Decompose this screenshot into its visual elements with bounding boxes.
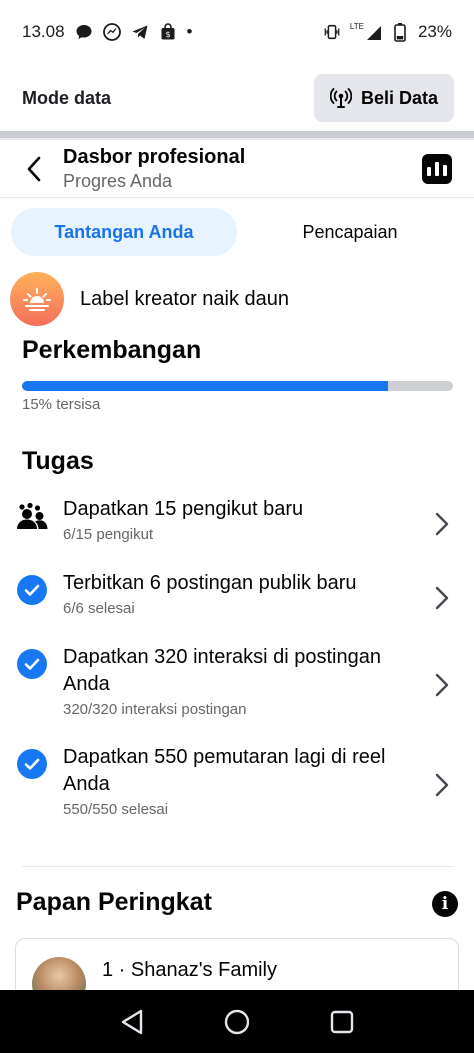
task-title: Dapatkan 15 pengikut baru: [63, 498, 304, 520]
status-bar: 13.08 $ • LTE 23%: [0, 0, 474, 64]
nav-recents-button[interactable]: [322, 1002, 362, 1042]
telegram-icon: [131, 23, 149, 41]
task-body: Terbitkan 6 postingan publik baru 6/6 se…: [63, 570, 408, 619]
page-title: Dasbor profesional: [63, 145, 246, 168]
chat-bubble-icon: [75, 23, 93, 41]
bar-chart-icon-bar: [435, 161, 439, 176]
progress-bar: [22, 381, 453, 391]
tab-tantangan-anda[interactable]: Tantangan Anda: [11, 208, 237, 256]
chevron-right-icon: [432, 771, 452, 799]
status-right: LTE 23%: [323, 22, 452, 42]
task-body: Dapatkan 320 interaksi di postingan Anda…: [63, 644, 408, 720]
battery-icon: [391, 23, 409, 42]
tab-bar: Tantangan Anda Pencapaian: [11, 208, 463, 256]
progress-remaining: 15% tersisa: [22, 396, 101, 413]
buy-data-button[interactable]: Beli Data: [314, 74, 454, 122]
system-navigation-bar: [0, 990, 474, 1053]
tab-pencapaian[interactable]: Pencapaian: [237, 208, 463, 256]
shopping-bag-icon: $: [159, 23, 177, 41]
task-progress: 6/15 pengikut: [63, 526, 154, 543]
chevron-right-icon: [432, 584, 452, 612]
task-title: Dapatkan 320 interaksi di postingan Anda: [63, 646, 381, 695]
check-circle-icon: [16, 748, 48, 780]
triangle-back-icon: [122, 1009, 143, 1034]
task-title: Terbitkan 6 postingan publik baru: [63, 572, 357, 594]
square-recents-icon: [330, 1010, 353, 1033]
header-text: Dasbor profesional Progres Anda: [63, 146, 245, 192]
info-icon[interactable]: i: [432, 891, 458, 917]
creator-label-row: Label kreator naik daun: [10, 272, 289, 326]
back-button[interactable]: [8, 140, 60, 198]
task-item[interactable]: Dapatkan 550 pemutaran lagi di reel Anda…: [0, 744, 474, 820]
section-separator: [0, 131, 474, 140]
svg-text:$: $: [165, 30, 170, 39]
network-label: LTE: [349, 22, 364, 31]
check-circle-icon: [16, 574, 48, 606]
battery-percent: 23%: [417, 22, 452, 41]
status-time: 13.08: [22, 22, 65, 41]
task-progress: 6/6 selesai: [63, 600, 135, 617]
vibrate-icon: [323, 23, 341, 41]
check-circle-icon-shape: [17, 575, 47, 605]
task-progress: 320/320 interaksi postingan: [63, 701, 247, 718]
progress-bar-fill: [22, 381, 389, 391]
task-item[interactable]: Dapatkan 320 interaksi di postingan Anda…: [0, 644, 474, 720]
check-circle-icon-shape: [17, 649, 47, 679]
nav-home-button[interactable]: [217, 1002, 257, 1042]
task-title: Dapatkan 550 pemutaran lagi di reel Anda: [63, 746, 386, 795]
page-header: Dasbor profesional Progres Anda: [0, 140, 474, 198]
people-icon: [16, 500, 48, 532]
data-mode-title: Mode data: [22, 87, 112, 108]
leaderboard-entry: 1 · Shanaz's Family: [102, 959, 277, 981]
chevron-left-icon: [27, 156, 41, 181]
section-divider: [22, 866, 454, 867]
task-body: Dapatkan 550 pemutaran lagi di reel Anda…: [63, 744, 408, 820]
nav-back-button[interactable]: [112, 1002, 152, 1042]
messenger-icon: [102, 23, 121, 41]
bar-chart-icon-bar: [443, 164, 447, 176]
progress-title: Perkembangan: [22, 336, 202, 364]
task-item[interactable]: Dapatkan 15 pengikut baru 6/15 pengikut: [0, 496, 474, 545]
sunrise-icon: [10, 272, 64, 326]
chevron-right-icon: [432, 671, 452, 699]
tasks-title: Tugas: [22, 447, 94, 475]
task-body: Dapatkan 15 pengikut baru 6/15 pengikut: [63, 496, 408, 545]
bar-chart-icon: [427, 166, 431, 176]
leaderboard-title: Papan Peringkat: [16, 888, 212, 916]
chevron-right-icon: [432, 510, 452, 538]
task-progress: 550/550 selesai: [63, 801, 169, 818]
more-notifications-dot: •: [186, 22, 193, 41]
page-subtitle: Progres Anda: [63, 170, 173, 191]
antenna-icon: [329, 88, 352, 108]
signal-icon: LTE: [350, 23, 382, 41]
insights-button[interactable]: [422, 153, 452, 184]
creator-label-text: Label kreator naik daun: [80, 287, 290, 310]
check-circle-icon: [16, 648, 48, 680]
task-item[interactable]: Terbitkan 6 postingan publik baru 6/6 se…: [0, 570, 474, 619]
data-mode-bar: Mode data Beli Data: [0, 66, 474, 130]
circle-home-icon: [224, 1009, 250, 1034]
buy-data-label: Beli Data: [360, 87, 439, 108]
check-circle-icon-shape: [17, 749, 47, 779]
notification-icons: $ •: [75, 22, 193, 42]
